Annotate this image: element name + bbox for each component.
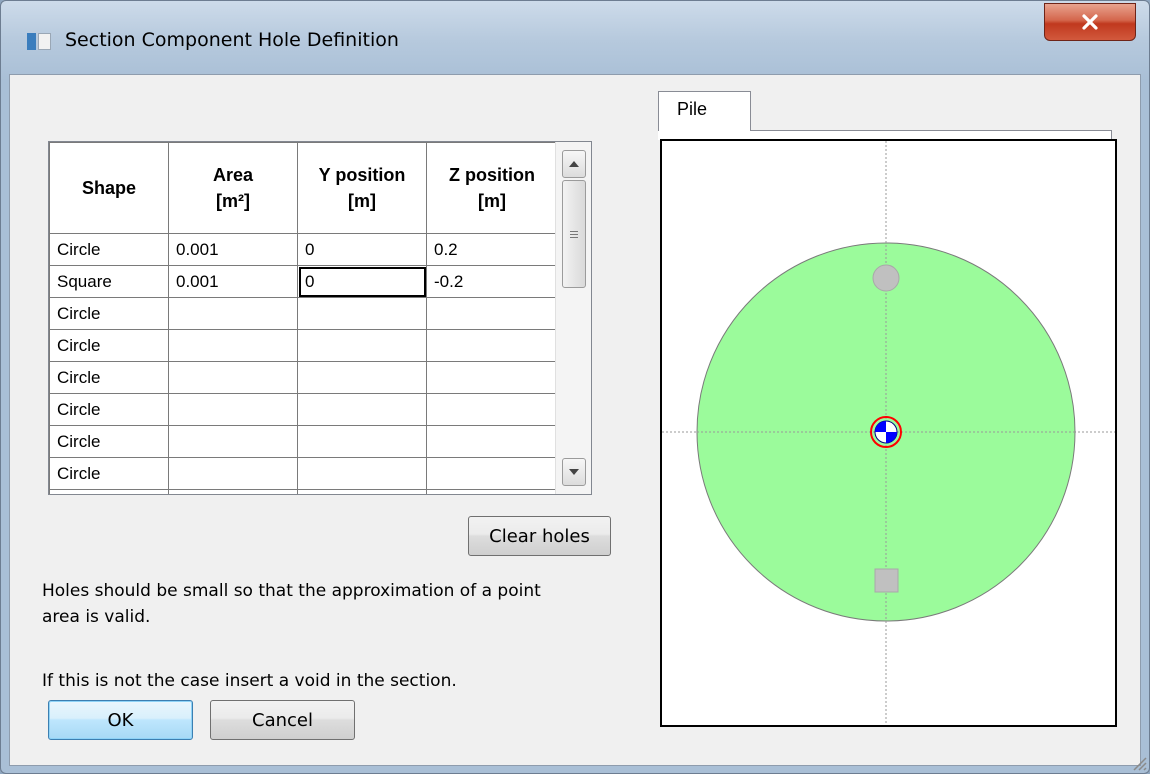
scroll-up-button[interactable] (562, 150, 586, 178)
table-row: Circle (49, 489, 558, 494)
table-row: Circle (49, 425, 558, 458)
column-header-area[interactable]: Area [m²] (168, 142, 298, 234)
area-cell[interactable] (168, 457, 298, 490)
area-cell[interactable] (168, 361, 298, 394)
y-position-cell-active[interactable]: 0 (297, 265, 427, 298)
area-cell[interactable] (168, 489, 298, 494)
centroid-icon (870, 416, 902, 448)
column-header-z-position[interactable]: Z position [m] (426, 142, 558, 234)
shape-cell[interactable]: Square (49, 265, 169, 298)
section-preview (660, 139, 1117, 727)
z-position-cell[interactable] (426, 393, 558, 426)
app-icon (27, 33, 51, 50)
title-bar[interactable]: Section Component Hole Definition (1, 1, 1149, 73)
area-cell[interactable]: 0.001 (168, 265, 298, 298)
z-position-cell[interactable] (426, 361, 558, 394)
z-position-cell[interactable]: -0.2 (426, 265, 558, 298)
shape-cell[interactable]: Circle (49, 457, 169, 490)
y-position-cell[interactable] (297, 457, 427, 490)
circle-hole-marker (872, 264, 900, 292)
vertical-scrollbar[interactable] (555, 142, 591, 494)
shape-cell[interactable]: Circle (49, 297, 169, 330)
tab-pile[interactable]: Pile (658, 91, 751, 131)
window-title: Section Component Hole Definition (65, 29, 399, 51)
section-preview-canvas (662, 141, 1115, 725)
chevron-down-icon (569, 469, 579, 475)
dialog-window: Section Component Hole Definition Shape … (0, 0, 1150, 774)
ok-button[interactable]: OK (48, 700, 193, 740)
shape-cell[interactable]: Circle (49, 329, 169, 362)
shape-cell[interactable]: Circle (49, 393, 169, 426)
header-row: Shape Area [m²] Y position [m] Z position[… (49, 142, 558, 234)
y-position-cell[interactable] (297, 393, 427, 426)
scroll-down-button[interactable] (562, 458, 586, 486)
z-position-cell[interactable] (426, 489, 558, 494)
hint-text-line3: If this is not the case insert a void in… (42, 671, 457, 691)
z-position-cell[interactable]: 0.2 (426, 233, 558, 266)
z-position-cell[interactable] (426, 425, 558, 458)
area-cell[interactable]: 0.001 (168, 233, 298, 266)
table-row: Circle (49, 457, 558, 490)
column-header-shape[interactable]: Shape (49, 142, 169, 234)
close-icon (1082, 14, 1098, 30)
chevron-up-icon (569, 161, 579, 167)
holes-table: Shape Area [m²] Y position [m] Z position[… (49, 142, 558, 494)
cancel-button[interactable]: Cancel (210, 700, 355, 740)
y-position-cell[interactable] (297, 425, 427, 458)
table-row: Circle (49, 329, 558, 362)
table-row: Circle (49, 361, 558, 394)
grip-lines-icon (570, 230, 578, 238)
square-hole-marker (874, 568, 899, 593)
z-position-cell[interactable] (426, 457, 558, 490)
table-row: Square 0.001 0 -0.2 (49, 265, 558, 298)
shape-cell[interactable]: Circle (49, 489, 169, 494)
scrollbar-thumb[interactable] (562, 180, 586, 288)
area-cell[interactable] (168, 329, 298, 362)
close-button[interactable] (1044, 3, 1136, 41)
column-header-y-position[interactable]: Y position [m] (297, 142, 427, 234)
shape-cell[interactable]: Circle (49, 361, 169, 394)
shape-cell[interactable]: Circle (49, 425, 169, 458)
area-cell[interactable] (168, 425, 298, 458)
hint-text-line1: Holes should be small so that the approx… (42, 581, 541, 601)
hint-text-line2: area is valid. (42, 607, 151, 627)
z-position-cell[interactable] (426, 329, 558, 362)
table-row: Circle (49, 297, 558, 330)
table-row: Circle (49, 393, 558, 426)
resize-grip-icon[interactable] (1129, 753, 1147, 771)
shape-cell[interactable]: Circle (49, 233, 169, 266)
y-position-cell[interactable] (297, 297, 427, 330)
holes-grid[interactable]: Shape Area [m²] Y position [m] Z position[… (48, 141, 592, 495)
clear-holes-button[interactable]: Clear holes (468, 516, 611, 556)
y-position-cell[interactable] (297, 489, 427, 494)
y-position-cell[interactable] (297, 329, 427, 362)
y-position-cell[interactable]: 0 (297, 233, 427, 266)
area-cell[interactable] (168, 297, 298, 330)
table-row: Circle 0.001 0 0.2 (49, 233, 558, 266)
area-cell[interactable] (168, 393, 298, 426)
dialog-body: Shape Area [m²] Y position [m] Z position[… (9, 74, 1141, 766)
z-position-cell[interactable] (426, 297, 558, 330)
y-position-cell[interactable] (297, 361, 427, 394)
